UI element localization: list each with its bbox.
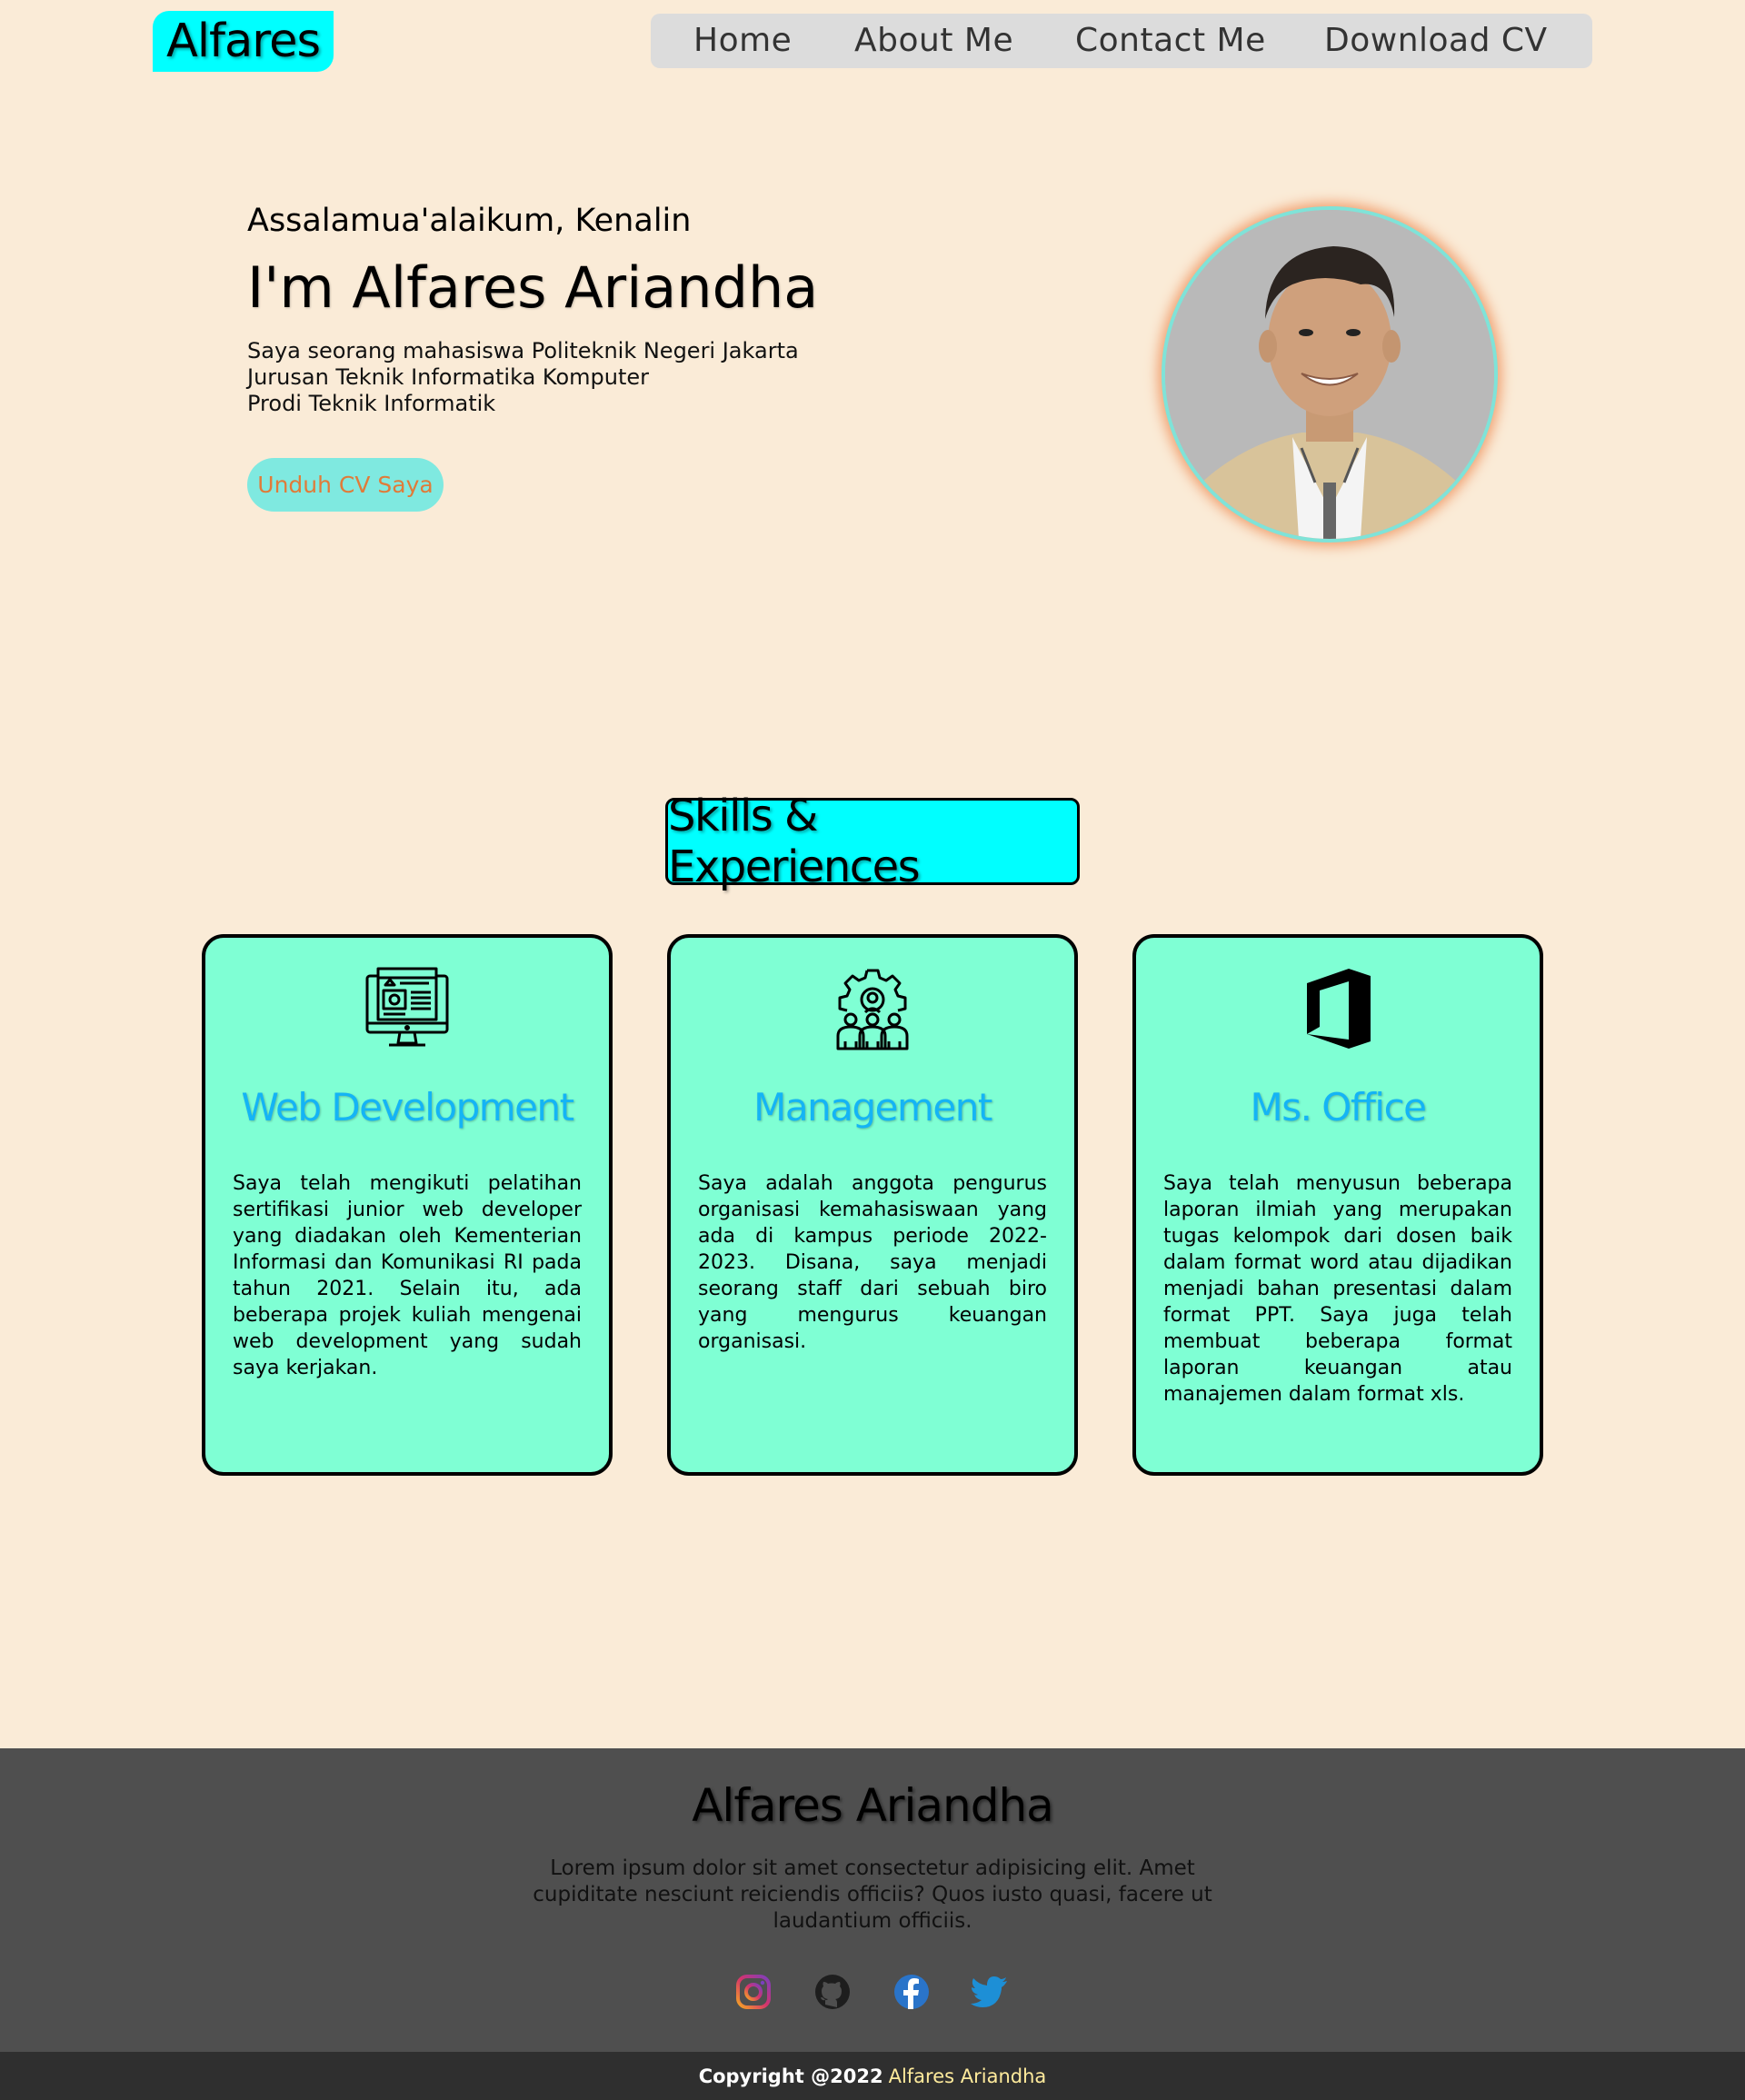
skill-card-management: Management Saya adalah anggota pengurus …: [667, 934, 1078, 1476]
instagram-icon[interactable]: [733, 1972, 773, 2012]
office-logo-icon: [1307, 969, 1371, 1049]
twitter-icon[interactable]: [971, 1972, 1011, 2012]
footer-name: Alfares Ariandha: [692, 1779, 1054, 1832]
nav-download-cv[interactable]: Download CV: [1324, 22, 1548, 59]
hero-desc-line: Jurusan Teknik Informatika Komputer: [247, 364, 650, 390]
hero-description: Saya seorang mahasiswa Politeknik Negeri…: [247, 338, 799, 417]
download-cv-button[interactable]: Unduh CV Saya: [247, 458, 444, 512]
skills-section-title: Skills & Experiences: [665, 791, 1080, 892]
hero-greeting: Assalamua'alaikum, Kenalin: [247, 203, 692, 239]
nav-contact-me[interactable]: Contact Me: [1075, 22, 1266, 59]
site-logo[interactable]: Alfares: [153, 11, 334, 72]
skill-card-ms-office: Ms. Office Saya telah menyusun beberapa …: [1132, 934, 1543, 1476]
footer: Alfares Ariandha Lorem ipsum dolor sit a…: [0, 1748, 1745, 2052]
skill-card-title: Management: [753, 1085, 992, 1130]
social-links: [0, 1972, 1745, 2012]
footer-text: Lorem ipsum dolor sit amet consectetur a…: [533, 1856, 1212, 1933]
skill-card-text: Saya telah mengikuti pelatihan sertifika…: [233, 1172, 582, 1379]
copyright-bar: Copyright @2022 Alfares Ariandha: [0, 2052, 1745, 2100]
facebook-icon[interactable]: [892, 1972, 932, 2012]
copyright-name: Alfares Ariandha: [888, 2065, 1047, 2087]
team-gear-icon: [836, 969, 909, 1050]
skill-card-text: Saya telah menyusun beberapa laporan ilm…: [1163, 1172, 1512, 1406]
skill-card-text: Saya adalah anggota pengurus organisasi …: [698, 1172, 1047, 1353]
nav-home[interactable]: Home: [693, 22, 792, 59]
skill-card-title: Ms. Office: [1250, 1085, 1427, 1130]
logo-text: Alfares: [166, 15, 321, 68]
skill-card-title: Web Development: [241, 1085, 574, 1130]
hero-desc-line: Saya seorang mahasiswa Politeknik Negeri…: [247, 338, 799, 363]
profile-photo: [1162, 206, 1498, 542]
hero-name: I'm Alfares Ariandha: [247, 254, 819, 321]
copyright-prefix: Copyright @2022: [698, 2065, 883, 2087]
web-monitor-icon: [365, 967, 449, 1047]
skill-card-web-development: Web Development Saya telah mengikuti pel…: [202, 934, 613, 1476]
main-nav: Home About Me Contact Me Download CV: [651, 14, 1592, 68]
nav-about-me[interactable]: About Me: [854, 22, 1013, 59]
skills-title-text: Skills & Experiences: [668, 791, 921, 892]
github-icon[interactable]: [813, 1972, 853, 2012]
hero-desc-line: Prodi Teknik Informatik: [247, 391, 496, 416]
